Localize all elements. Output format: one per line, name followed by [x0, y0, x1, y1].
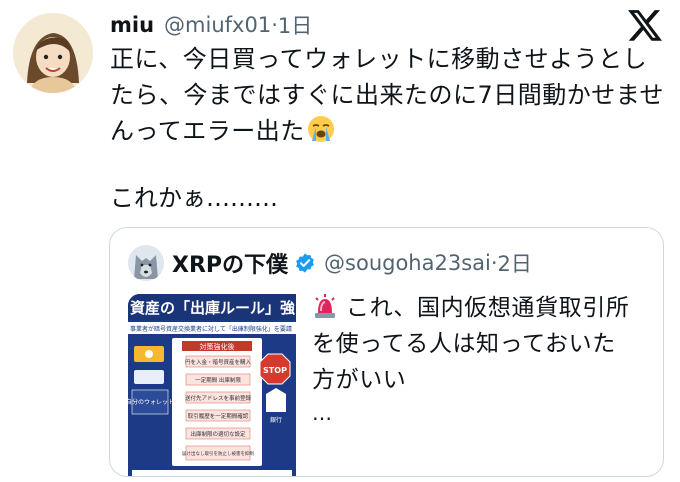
thumb-stop-sign: STOP: [263, 366, 287, 375]
header-separator: ·: [271, 13, 278, 37]
thumb-step: 届け出なし取引を防止し被害を抑制: [182, 450, 254, 457]
tweet-text: 正に、今日買ってウォレットに移動させようとし たら、今まではすぐに出来たのに7日…: [110, 41, 670, 149]
thumb-bank-label: 銀行: [270, 416, 282, 424]
thumb-step: 送付先アドレスを事前登録: [185, 394, 252, 402]
tweet-text-line: 正に、今日買ってウォレットに移動させようとし: [110, 45, 648, 73]
tweet-time[interactable]: 1日: [278, 10, 312, 40]
tweet-text-line: たら、今まではすぐに出来たのに7日間動かせませ: [110, 81, 665, 109]
verified-badge-icon: [296, 253, 314, 273]
quoted-tweet-card[interactable]: XRPの下僕 @sougoha23sai · 2日 資産の「出庫ルール」強 事業…: [109, 227, 664, 477]
thumb-section: 対策強化後: [200, 342, 235, 351]
quoted-tweet-text: これ、国内仮想通貨取引所 を使ってる人は知っておいた 方がいい …: [312, 290, 652, 428]
tweet-followup-text: これかぁ………: [110, 184, 278, 212]
thumb-step: 一定期間 出庫制限: [195, 376, 241, 384]
quoted-author-avatar[interactable]: [128, 245, 164, 281]
quoted-text-segment: これ、国内仮想通貨取引所: [346, 295, 630, 321]
quoted-author-name[interactable]: XRPの下僕: [172, 247, 288, 279]
infographic-image: 資産の「出庫ルール」強 事業者が暗号資産交換業者に対して「出庫制限強化」を要請 …: [128, 294, 296, 476]
tweet-text-segment: んってエラー出た: [110, 117, 305, 145]
wolf-avatar-icon: [128, 245, 164, 281]
author-handle[interactable]: @miufx01: [164, 13, 271, 37]
thumb-step: 円を入金・暗号資産を購入: [185, 358, 252, 366]
quoted-tweet-time[interactable]: 2日: [498, 248, 532, 278]
quoted-tweet-thumbnail[interactable]: 資産の「出庫ルール」強 事業者が暗号資産交換業者に対して「出庫制限強化」を要請 …: [128, 294, 296, 476]
tweet-text-line-last: んってエラー出た: [110, 113, 670, 149]
author-avatar[interactable]: [13, 13, 93, 93]
quoted-tweet-header: XRPの下僕 @sougoha23sai · 2日: [128, 243, 532, 283]
thumb-title: 資産の「出庫ルール」強: [130, 299, 295, 317]
tweet-header: miu @miufx01 · 1日: [110, 8, 312, 42]
x-logo-icon[interactable]: [628, 8, 662, 42]
avatar-illustration: [13, 13, 93, 93]
thumb-step: 出庫制限の適切な設定: [190, 430, 246, 438]
quoted-text-line-first: これ、国内仮想通貨取引所: [312, 290, 652, 326]
quoted-header-separator: ·: [490, 251, 498, 275]
author-name[interactable]: miu: [110, 13, 154, 37]
quoted-author-handle[interactable]: @sougoha23sai: [324, 251, 491, 275]
loudly-crying-face-icon: [307, 116, 334, 142]
rotating-light-icon: [315, 294, 335, 318]
quoted-text-line: を使ってる人は知っておいた: [312, 331, 616, 357]
thumb-step: 取引履歴を一定期間確認: [188, 412, 249, 420]
quoted-text-line: 方がいい: [312, 367, 407, 393]
thumb-subtitle: 事業者が暗号資産交換業者に対して「出庫制限強化」を要請: [130, 325, 292, 333]
thumb-wallet-label: 自分のウォレット: [128, 398, 174, 406]
show-more-ellipsis: …: [312, 401, 333, 425]
